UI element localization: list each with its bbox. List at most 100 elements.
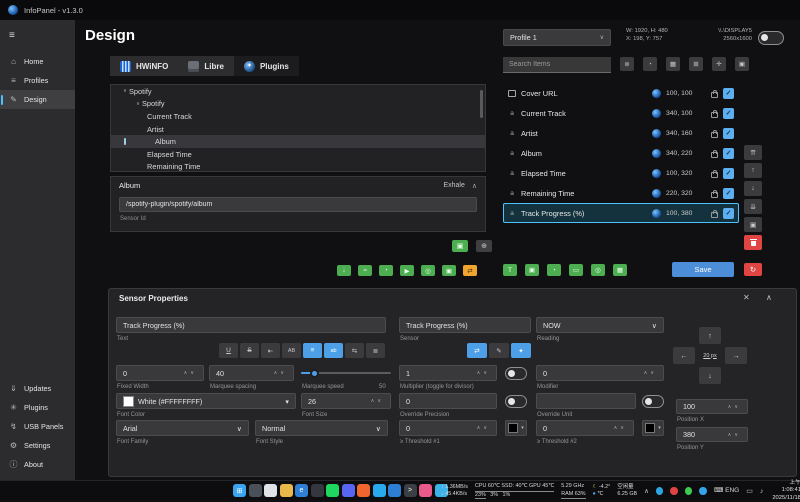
- add-clock-button[interactable]: ◔: [547, 264, 561, 276]
- speaker-icon[interactable]: ♪: [760, 488, 764, 495]
- sidebar-item-profiles[interactable]: ≡Profiles: [0, 71, 75, 90]
- align-justify-button[interactable]: ≣: [366, 343, 385, 358]
- add-special-button[interactable]: ⇄: [463, 265, 477, 276]
- override-unit-toggle[interactable]: [642, 395, 664, 408]
- lowercase-button[interactable]: ab: [324, 343, 343, 358]
- slider-knob[interactable]: [310, 369, 319, 378]
- tree-item[interactable]: Remaining Time: [111, 161, 485, 172]
- sensor-edit-button[interactable]: ✎: [489, 343, 509, 358]
- app-firefox[interactable]: [357, 484, 370, 497]
- sidebar-item-updates[interactable]: ⇓Updates: [0, 379, 75, 398]
- add-donut-button[interactable]: ◎: [421, 265, 435, 276]
- add-sensor-text-button[interactable]: ↓: [337, 265, 351, 276]
- sensor-input[interactable]: [399, 317, 531, 333]
- font-size-stepper[interactable]: 26∧∨: [301, 393, 391, 409]
- app-dark[interactable]: [311, 484, 324, 497]
- add-donut-button[interactable]: ◎: [591, 264, 605, 276]
- fixed-width-stepper[interactable]: 0∧∨: [116, 365, 204, 381]
- app-telegram[interactable]: [373, 484, 386, 497]
- save-button[interactable]: Save: [672, 262, 734, 277]
- panel-item[interactable]: aArtist340, 160✓: [503, 123, 739, 143]
- panel-item[interactable]: Cover URL100, 100✓: [503, 83, 739, 103]
- tree-item[interactable]: Current Track: [111, 110, 485, 123]
- panel-item[interactable]: aTrack Progress (%)100, 380✓: [503, 203, 739, 223]
- window-mode-button[interactable]: ▣: [735, 57, 749, 71]
- visible-checkbox[interactable]: ✓: [723, 148, 734, 159]
- threshold1-stepper[interactable]: 0∧∨: [399, 420, 497, 436]
- properties-close-button[interactable]: ✕: [743, 293, 750, 302]
- add-image-button[interactable]: ▣: [525, 264, 539, 276]
- sidebar-item-home[interactable]: ⌂Home: [0, 52, 75, 71]
- multiplier-stepper[interactable]: 1∧∨: [399, 365, 497, 381]
- panel-item[interactable]: aElapsed Time100, 320✓: [503, 163, 739, 183]
- tab-plugins[interactable]: ✦Plugins: [234, 56, 299, 76]
- font-style-select[interactable]: Normal∨: [255, 420, 388, 436]
- tree-item[interactable]: ∨Spotify: [111, 85, 485, 98]
- nudge-right-button[interactable]: →: [725, 347, 747, 364]
- sidebar-item-settings[interactable]: ⚙Settings: [0, 436, 75, 455]
- sidebar-item-about[interactable]: ⓘAbout: [0, 455, 75, 474]
- app-light[interactable]: [264, 484, 277, 497]
- visible-checkbox[interactable]: ✓: [723, 208, 734, 219]
- detail-collapse-icon[interactable]: ∧: [472, 182, 477, 190]
- visible-checkbox[interactable]: ✓: [723, 188, 734, 199]
- add-clock-button[interactable]: ◔: [379, 265, 393, 276]
- start-button[interactable]: ⊞: [233, 484, 246, 497]
- sensor-transform-button[interactable]: ⇄: [467, 343, 487, 358]
- font-color-select[interactable]: White (#FFFFFFFF) ▾: [116, 393, 296, 409]
- app-spotify[interactable]: [326, 484, 339, 497]
- nudge-left-button[interactable]: ←: [673, 347, 695, 364]
- align-center-button[interactable]: ≡: [303, 343, 322, 358]
- snap-grid-button[interactable]: ⊚: [620, 57, 634, 71]
- tray-nav-icon[interactable]: [699, 487, 707, 495]
- app-discord[interactable]: [342, 484, 355, 497]
- move-up-button[interactable]: ↑: [744, 163, 762, 178]
- tree-item[interactable]: Artist: [111, 123, 485, 136]
- panel-item[interactable]: aCurrent Track340, 100✓: [503, 103, 739, 123]
- app-folder[interactable]: [280, 484, 293, 497]
- override-unit-input[interactable]: [536, 393, 636, 409]
- sidebar-item-plugins[interactable]: ✳Plugins: [0, 398, 75, 417]
- add-item-button[interactable]: ⊕: [476, 240, 492, 252]
- move-down-button[interactable]: ↓: [744, 181, 762, 196]
- add-bar-button[interactable]: ▶: [400, 265, 414, 276]
- text-input[interactable]: [116, 317, 386, 333]
- display-toggle[interactable]: [758, 31, 784, 45]
- override-precision-toggle[interactable]: [505, 395, 527, 408]
- sensor-effect-button[interactable]: ✦: [511, 343, 531, 358]
- visible-checkbox[interactable]: ✓: [723, 168, 734, 179]
- move-to-bottom-button[interactable]: ⇊: [744, 199, 762, 214]
- modifier-stepper[interactable]: 0∧∨: [536, 365, 664, 381]
- menu-toggle-button[interactable]: ≡: [0, 26, 75, 44]
- visible-checkbox[interactable]: ✓: [723, 108, 734, 119]
- preview-clock-button[interactable]: ◔: [643, 57, 657, 71]
- properties-collapse-button[interactable]: ∧: [766, 293, 772, 302]
- tree-item[interactable]: Elapsed Time: [111, 148, 485, 161]
- add-bar-button[interactable]: ▭: [569, 264, 583, 276]
- marquee-spacing-stepper[interactable]: 40∧∨: [209, 365, 294, 381]
- threshold1-color-button[interactable]: ▾: [505, 420, 527, 436]
- delete-item-button[interactable]: [744, 235, 762, 250]
- tree-item[interactable]: ∨Spotify: [111, 98, 485, 111]
- input-language[interactable]: ⌨ ENG: [714, 487, 739, 494]
- tree-item[interactable]: Album: [111, 135, 485, 148]
- nudge-down-button[interactable]: ↓: [699, 367, 721, 384]
- app-terminal[interactable]: >: [404, 484, 417, 497]
- position-y-stepper[interactable]: 380∧∨: [676, 427, 748, 442]
- visible-checkbox[interactable]: ✓: [723, 128, 734, 139]
- tray-telegram-icon[interactable]: [656, 487, 664, 495]
- letter-spacing-button[interactable]: ⇆: [345, 343, 364, 358]
- underline-button[interactable]: U: [219, 343, 238, 358]
- font-family-select[interactable]: Arial∨: [116, 420, 249, 436]
- add-text-button[interactable]: T: [503, 264, 517, 276]
- search-input[interactable]: [503, 57, 611, 73]
- add-panel-button[interactable]: ⊞: [689, 57, 703, 71]
- strikethrough-button[interactable]: S: [240, 343, 259, 358]
- position-x-stepper[interactable]: 100∧∨: [676, 399, 748, 414]
- multiplier-toggle[interactable]: [505, 367, 527, 380]
- sidebar-item-design[interactable]: ✎Design: [0, 90, 75, 109]
- threshold2-color-button[interactable]: ▾: [642, 420, 664, 436]
- sensor-id-input[interactable]: [119, 197, 477, 212]
- apply-item-button[interactable]: ▣: [452, 240, 468, 252]
- align-right-button[interactable]: ⇤: [261, 343, 280, 358]
